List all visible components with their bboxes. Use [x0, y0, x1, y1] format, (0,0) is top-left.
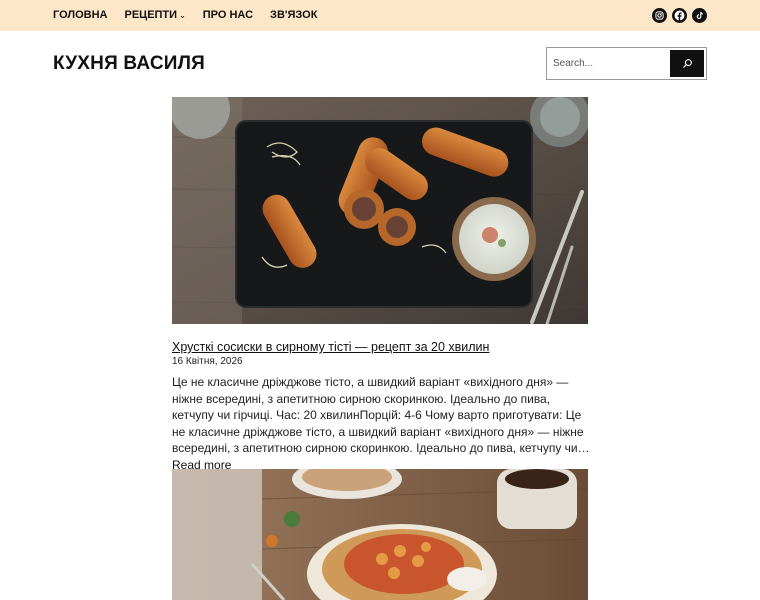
search-form — [546, 47, 707, 80]
post-featured-image[interactable] — [172, 97, 588, 324]
main-nav: ГОЛОВНА РЕЦЕПТИ ⌄ ПРО НАС ЗВ'ЯЗОК — [53, 9, 334, 21]
search-input[interactable] — [548, 49, 670, 78]
instagram-icon[interactable] — [652, 8, 667, 23]
nav-item-recipes[interactable]: РЕЦЕПТИ ⌄ — [124, 9, 185, 21]
nav-item-label: ЗВ'ЯЗОК — [270, 9, 318, 21]
top-bar: ГОЛОВНА РЕЦЕПТИ ⌄ ПРО НАС ЗВ'ЯЗОК — [0, 0, 760, 31]
nav-item-label: ПРО НАС — [202, 9, 254, 21]
post-excerpt: Це не класичне дріжджове тісто, а швидки… — [172, 374, 592, 473]
search-icon — [682, 58, 693, 69]
chevron-down-icon: ⌄ — [179, 10, 186, 20]
site-title[interactable]: КУХНЯ ВАСИЛЯ — [53, 53, 205, 75]
nav-item-about[interactable]: ПРО НАС — [203, 9, 253, 21]
nav-item-label: РЕЦЕПТИ — [124, 9, 178, 21]
post-title-link[interactable]: Хрусткі сосиски в сирному тісті — рецепт… — [172, 340, 489, 354]
nav-item-label: ГОЛОВНА — [53, 9, 108, 21]
post-excerpt-text: Це не класичне дріжджове тісто, а швидки… — [172, 375, 590, 455]
search-button[interactable] — [670, 50, 704, 77]
facebook-icon[interactable] — [672, 8, 687, 23]
post-featured-image[interactable] — [172, 469, 588, 600]
tiktok-icon[interactable] — [692, 8, 707, 23]
nav-item-contact[interactable]: ЗВ'ЯЗОК — [270, 9, 317, 21]
social-links — [652, 8, 707, 23]
nav-item-home[interactable]: ГОЛОВНА — [53, 9, 107, 21]
post-date: 16 Квітня, 2026 — [172, 356, 243, 367]
